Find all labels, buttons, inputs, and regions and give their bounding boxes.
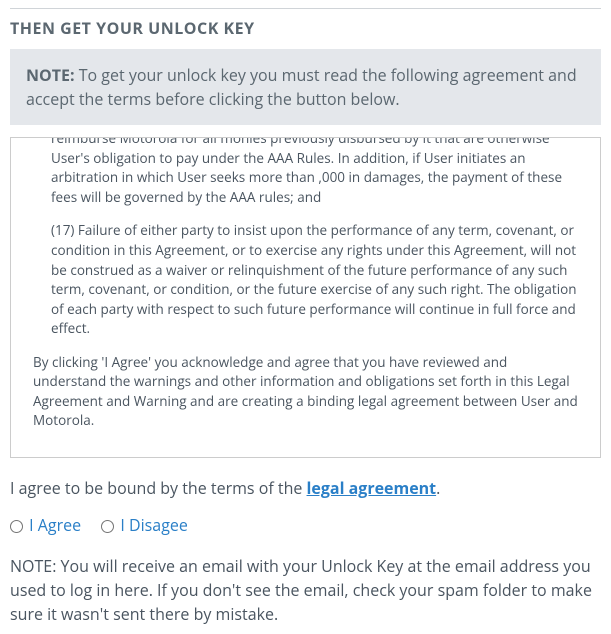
unlock-key-section: THEN GET YOUR UNLOCK KEY NOTE: To get yo… [0, 0, 611, 634]
footer-note: NOTE: You will receive an email with you… [10, 554, 601, 626]
radio-disagree-input[interactable] [101, 520, 114, 533]
agree-line-prefix: I agree to be bound by the terms of the [10, 477, 307, 499]
agreement-scroll-area[interactable]: the standards set forth in Federal Rule … [10, 137, 601, 458]
radio-disagree-label[interactable]: I Disagee [101, 514, 188, 536]
agreement-clause-partial: the standards set forth in Federal Rule … [33, 137, 582, 207]
agreement-acknowledge: By clicking 'I Agree' you acknowledge an… [33, 353, 582, 431]
agree-radio-group: I Agree I Disagee [10, 514, 601, 536]
agree-line-suffix: . [436, 477, 440, 499]
note-box: NOTE: To get your unlock key you must re… [10, 49, 601, 125]
section-title: THEN GET YOUR UNLOCK KEY [10, 8, 601, 49]
note-text: To get your unlock key you must read the… [26, 64, 577, 110]
radio-disagree-text: I Disagee [120, 514, 187, 536]
radio-agree-text: I Agree [29, 514, 81, 536]
legal-agreement-link[interactable]: legal agreement [307, 477, 437, 499]
agreement-clause-17: (17) Failure of either party to insist u… [33, 221, 582, 338]
radio-agree-input[interactable] [10, 520, 23, 533]
agree-statement: I agree to be bound by the terms of the … [10, 476, 601, 500]
radio-agree-label[interactable]: I Agree [10, 514, 85, 536]
note-label: NOTE: [26, 64, 75, 86]
